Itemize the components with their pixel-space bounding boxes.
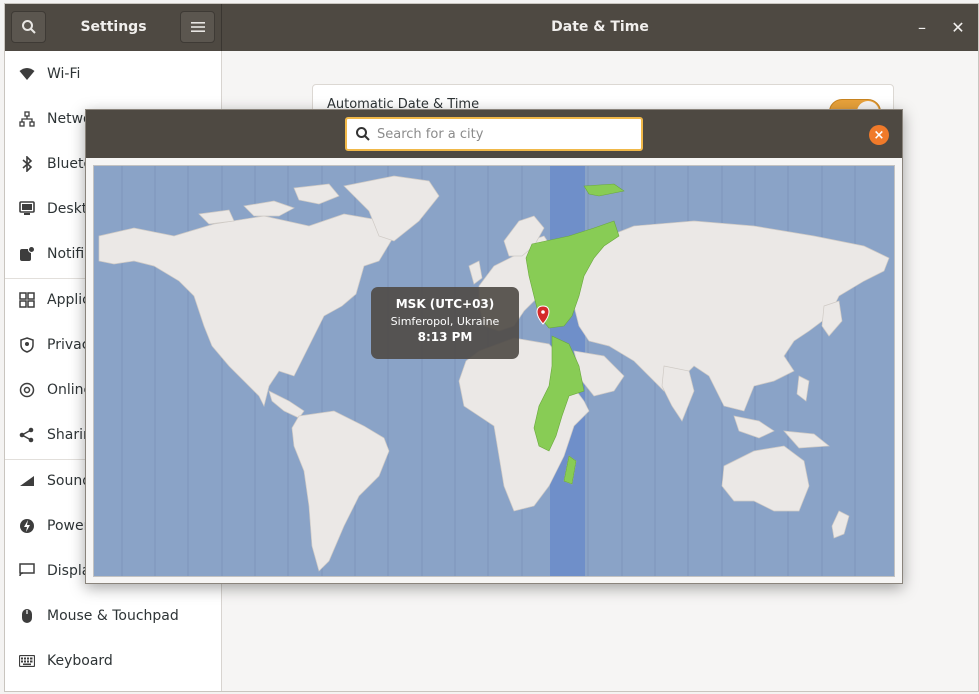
applications-icon: [17, 290, 37, 310]
desktop-icon: [17, 199, 37, 219]
dialog-close-button[interactable]: ×: [869, 125, 889, 145]
window-title: Date & Time: [551, 19, 649, 35]
notifications-icon: [17, 244, 37, 264]
minimize-icon: –: [918, 18, 926, 37]
sidebar-item-label: Keyboard: [47, 652, 113, 669]
online-accounts-icon: [17, 380, 37, 400]
dialog-header: ×: [86, 110, 902, 158]
wifi-icon: [17, 64, 37, 84]
sidebar-item-label: Wi-Fi: [47, 65, 81, 82]
search-icon: [356, 127, 370, 141]
tooltip-city: Simferopol, Ukraine: [390, 315, 500, 328]
hamburger-icon: [190, 22, 205, 32]
timezone-dialog: ×: [85, 109, 903, 584]
header-bar-main: Date & Time – ✕: [222, 4, 978, 51]
city-search-box[interactable]: [345, 117, 643, 151]
header-bar-sidebar: Settings: [5, 4, 222, 51]
mouse-icon: [17, 606, 37, 626]
minimize-button[interactable]: –: [906, 4, 938, 51]
close-button[interactable]: ✕: [942, 4, 974, 51]
tooltip-time: 8:13 PM: [417, 330, 473, 344]
city-search-input[interactable]: [377, 126, 627, 142]
timezone-map[interactable]: MSK (UTC+03) Simferopol, Ukraine 8:13 PM: [93, 165, 895, 577]
power-icon: [17, 516, 37, 536]
privacy-icon: [17, 335, 37, 355]
sidebar-item-wifi[interactable]: Wi-Fi: [5, 51, 222, 96]
bluetooth-icon: [17, 154, 37, 174]
sharing-icon: [17, 425, 37, 445]
network-icon: [17, 109, 37, 129]
displays-icon: [17, 561, 37, 581]
menu-button[interactable]: [180, 11, 215, 43]
sidebar-item-keyboard[interactable]: Keyboard: [5, 638, 222, 683]
keyboard-icon: [17, 651, 37, 671]
header-bar: Settings Date & Time – ✕: [5, 4, 978, 51]
sidebar-item-label: Power: [47, 517, 90, 534]
sidebar-item-mouse-touchpad[interactable]: Mouse & Touchpad: [5, 593, 222, 638]
tooltip-timezone: MSK (UTC+03): [395, 297, 495, 311]
world-map: [94, 166, 894, 576]
sound-icon: [17, 471, 37, 491]
close-icon: ✕: [951, 18, 965, 37]
timezone-tooltip: MSK (UTC+03) Simferopol, Ukraine 8:13 PM: [371, 287, 519, 359]
sidebar-item-label: Mouse & Touchpad: [47, 607, 179, 624]
close-icon: ×: [873, 127, 885, 143]
